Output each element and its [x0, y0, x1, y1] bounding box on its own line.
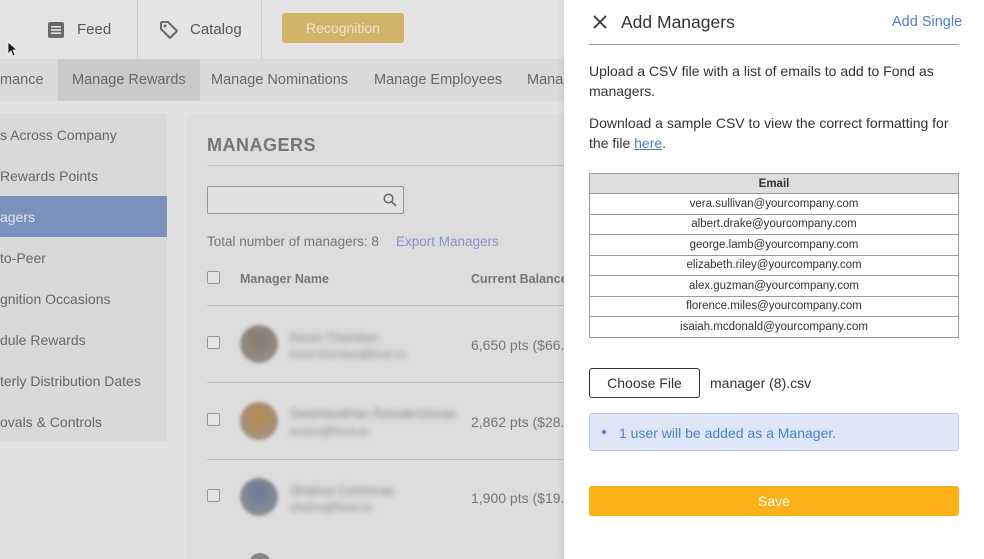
table-row: alex.guzman@yourcompany.com — [589, 275, 959, 297]
upload-instructions: Upload a CSV file with a list of emails … — [589, 63, 934, 99]
email-preview-table: Email vera.sullivan@yourcompany.com albe… — [589, 173, 959, 338]
close-icon[interactable] — [593, 15, 607, 29]
email-cell: elizabeth.riley@yourcompany.com — [589, 254, 959, 276]
email-cell: george.lamb@yourcompany.com — [589, 234, 959, 256]
table-row: elizabeth.riley@yourcompany.com — [589, 254, 959, 276]
overlay-backdrop[interactable] — [0, 0, 564, 559]
table-row: albert.drake@yourcompany.com — [589, 213, 959, 235]
selected-file-name: manager (8).csv — [710, 375, 812, 391]
email-cell: florence.miles@yourcompany.com — [589, 295, 959, 317]
table-row: isaiah.mcdonald@yourcompany.com — [589, 316, 959, 338]
email-cell: vera.sullivan@yourcompany.com — [589, 193, 959, 215]
email-cell: alex.guzman@yourcompany.com — [589, 275, 959, 297]
email-column-header: Email — [589, 173, 959, 194]
table-row: george.lamb@yourcompany.com — [589, 234, 959, 256]
add-single-link[interactable]: Add Single — [892, 14, 962, 30]
download-text-end: . — [662, 135, 667, 151]
email-cell: albert.drake@yourcompany.com — [589, 213, 959, 235]
info-message-box: 1 user will be added as a Manager. — [589, 413, 959, 451]
bullet-icon — [602, 430, 606, 434]
table-row: vera.sullivan@yourcompany.com — [589, 193, 959, 215]
save-button[interactable]: Save — [589, 486, 959, 516]
choose-file-button[interactable]: Choose File — [589, 368, 700, 398]
panel-divider — [589, 44, 959, 45]
table-row: florence.miles@yourcompany.com — [589, 295, 959, 317]
sample-csv-link[interactable]: here — [634, 135, 662, 151]
email-cell: isaiah.mcdonald@yourcompany.com — [589, 316, 959, 338]
info-message: 1 user will be added as a Manager. — [619, 425, 837, 441]
download-instructions: Download a sample CSV to view the correc… — [589, 113, 961, 153]
panel-title: Add Managers — [621, 12, 735, 32]
